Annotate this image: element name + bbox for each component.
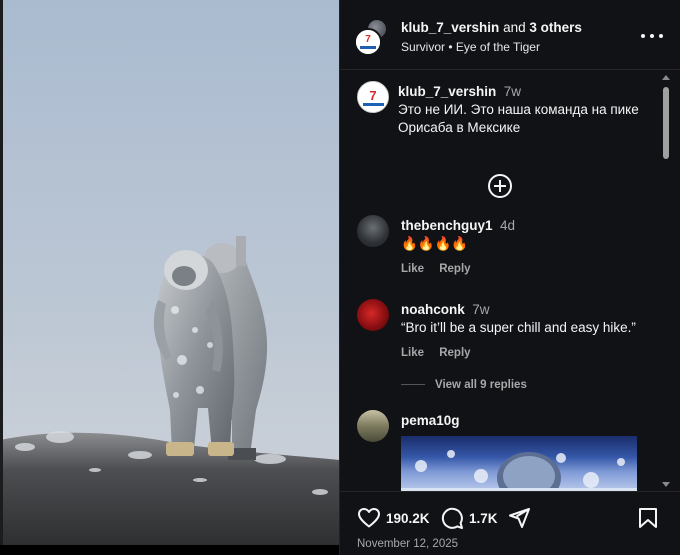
comment-image[interactable] <box>401 436 637 491</box>
comment-reply-button[interactable]: Reply <box>439 263 470 275</box>
music-info[interactable]: Survivor • Eye of the Tiger <box>401 40 540 54</box>
post-side-panel: 7 klub_7_vershin and 3 others Survivor •… <box>339 0 680 555</box>
comment-text: “Bro it’ll be a super chill and easy hik… <box>401 320 636 335</box>
heart-icon[interactable] <box>356 506 382 530</box>
post-media[interactable] <box>0 0 339 555</box>
comment-username[interactable]: pema10g <box>401 413 460 428</box>
collab-avatars[interactable]: 7 <box>354 18 392 56</box>
comment-time[interactable]: 7w <box>472 302 489 317</box>
scroll-down-arrow-icon[interactable] <box>662 482 670 487</box>
post-header: 7 klub_7_vershin and 3 others Survivor •… <box>340 0 680 70</box>
scroll-thumb[interactable] <box>663 87 669 159</box>
commenter-avatar[interactable] <box>357 215 389 247</box>
view-replies-label[interactable]: View all 9 replies <box>435 379 527 391</box>
caption-avatar[interactable]: 7 <box>357 81 389 113</box>
caption-username[interactable]: klub_7_vershin <box>398 84 496 99</box>
comment-like-button[interactable]: Like <box>401 263 424 275</box>
post-date[interactable]: November 12, 2025 <box>357 538 458 550</box>
commenter-avatar[interactable] <box>357 410 389 442</box>
bookmark-icon[interactable] <box>637 506 659 530</box>
others-link[interactable]: 3 others <box>529 20 582 35</box>
club-logo-icon: 7 <box>358 82 388 112</box>
club-logo-icon: 7 <box>356 30 380 54</box>
music-artist[interactable]: Survivor <box>401 40 445 54</box>
comment-text: 🔥🔥🔥🔥 <box>401 236 469 251</box>
comment-username[interactable]: noahconk <box>401 302 465 317</box>
like-count[interactable]: 190.2K <box>386 511 430 526</box>
music-title[interactable]: Eye of the Tiger <box>456 40 540 54</box>
replies-divider <box>401 384 425 386</box>
more-icon[interactable] <box>641 26 663 46</box>
comments-scrollbar[interactable] <box>660 71 672 491</box>
comment-username[interactable]: thebenchguy1 <box>401 218 493 233</box>
author-username[interactable]: klub_7_vershin <box>401 20 499 35</box>
comments-list[interactable]: 7 klub_7_vershin 7w Это не ИИ. Это наша … <box>340 71 680 491</box>
caption-text: Это не ИИ. Это наша команда на пике Орис… <box>398 102 639 135</box>
snowy-photo <box>401 450 637 491</box>
media-frame-edge <box>0 0 3 555</box>
post-footer: 190.2K 1.7K November 12, 2025 <box>340 491 680 555</box>
author-avatar[interactable]: 7 <box>354 28 382 56</box>
caption-time[interactable]: 7w <box>504 84 521 99</box>
comment-time[interactable]: 4d <box>500 218 515 233</box>
commenter-avatar[interactable] <box>357 299 389 331</box>
music-separator: • <box>448 40 453 54</box>
view-replies-button[interactable]: View all 9 replies <box>401 379 527 391</box>
send-icon[interactable] <box>507 506 531 530</box>
comment-reply-button[interactable]: Reply <box>439 347 470 359</box>
climbers-photo <box>0 0 339 555</box>
add-circle-icon[interactable] <box>488 174 512 198</box>
media-bottom-edge <box>0 545 339 555</box>
comment-count[interactable]: 1.7K <box>469 511 498 526</box>
header-title: klub_7_vershin and 3 others <box>401 20 582 35</box>
comment-like-button[interactable]: Like <box>401 347 424 359</box>
scroll-up-arrow-icon[interactable] <box>662 75 670 80</box>
comment-icon[interactable] <box>440 506 464 530</box>
header-and-text: and <box>503 20 526 35</box>
